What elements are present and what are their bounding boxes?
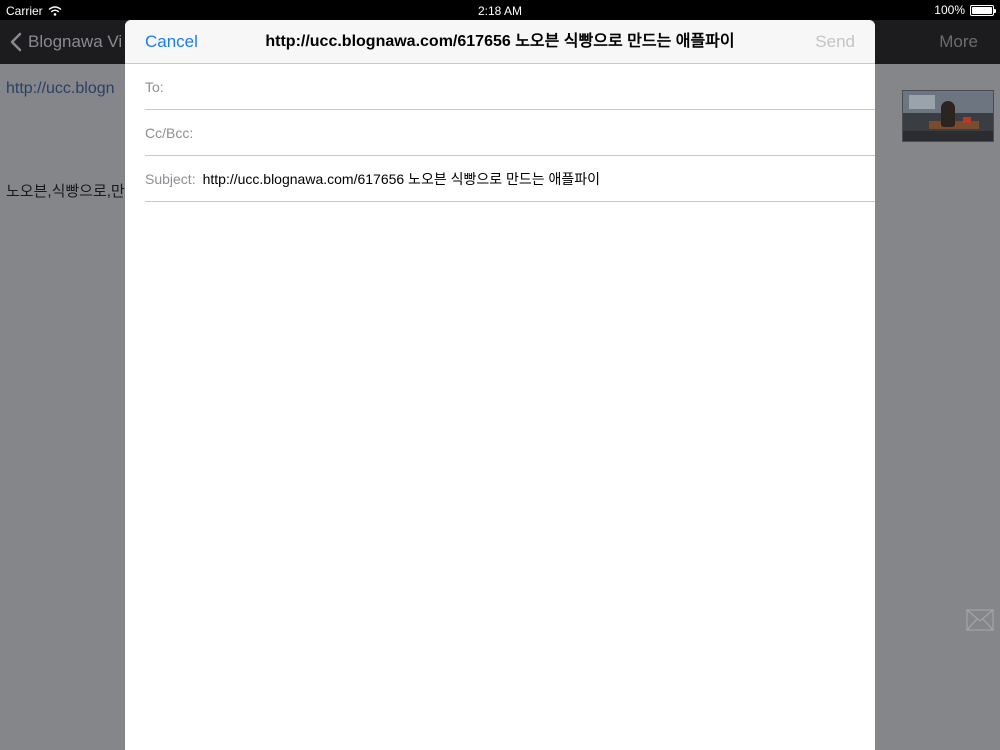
to-label: To: <box>145 78 164 95</box>
cancel-button[interactable]: Cancel <box>145 32 198 52</box>
ccbcc-field[interactable] <box>200 121 875 144</box>
subject-label: Subject: <box>145 170 196 187</box>
background-tags-text: 노오븐,식빵으로,만 <box>6 183 125 200</box>
clock: 2:18 AM <box>477 4 523 18</box>
subject-field[interactable]: http://ucc.blognawa.com/617656 노오븐 식빵으로 … <box>203 170 875 188</box>
background-back-button: Blognawa Vi <box>10 31 122 53</box>
ccbcc-label: Cc/Bcc: <box>145 124 194 141</box>
battery-icon <box>970 4 996 16</box>
battery-indicator: 100% <box>934 3 996 17</box>
to-field[interactable] <box>170 75 875 98</box>
send-button[interactable]: Send <box>815 32 855 52</box>
battery-percent: 100% <box>934 3 965 17</box>
mail-icon <box>966 609 994 631</box>
compose-navbar: Cancel http://ucc.blognawa.com/617656 노오… <box>125 20 875 64</box>
video-thumbnail <box>902 90 994 142</box>
chevron-left-icon <box>10 32 22 52</box>
background-back-label: Blognawa Vi <box>28 32 123 51</box>
subject-field-row[interactable]: Subject: http://ucc.blognawa.com/617656 … <box>145 156 875 202</box>
compose-title: http://ucc.blognawa.com/617656 노오븐 식빵으로 … <box>265 33 735 50</box>
background-url-text: http://ucc.blogn <box>6 80 115 97</box>
to-field-row[interactable]: To: <box>145 64 875 110</box>
ccbcc-field-row[interactable]: Cc/Bcc: <box>145 110 875 156</box>
status-bar: Carrier 2:18 AM 100% <box>0 0 1000 20</box>
message-body[interactable] <box>125 202 875 750</box>
background-more-button: More <box>939 32 978 51</box>
mail-compose-sheet: Cancel http://ucc.blognawa.com/617656 노오… <box>125 20 875 750</box>
